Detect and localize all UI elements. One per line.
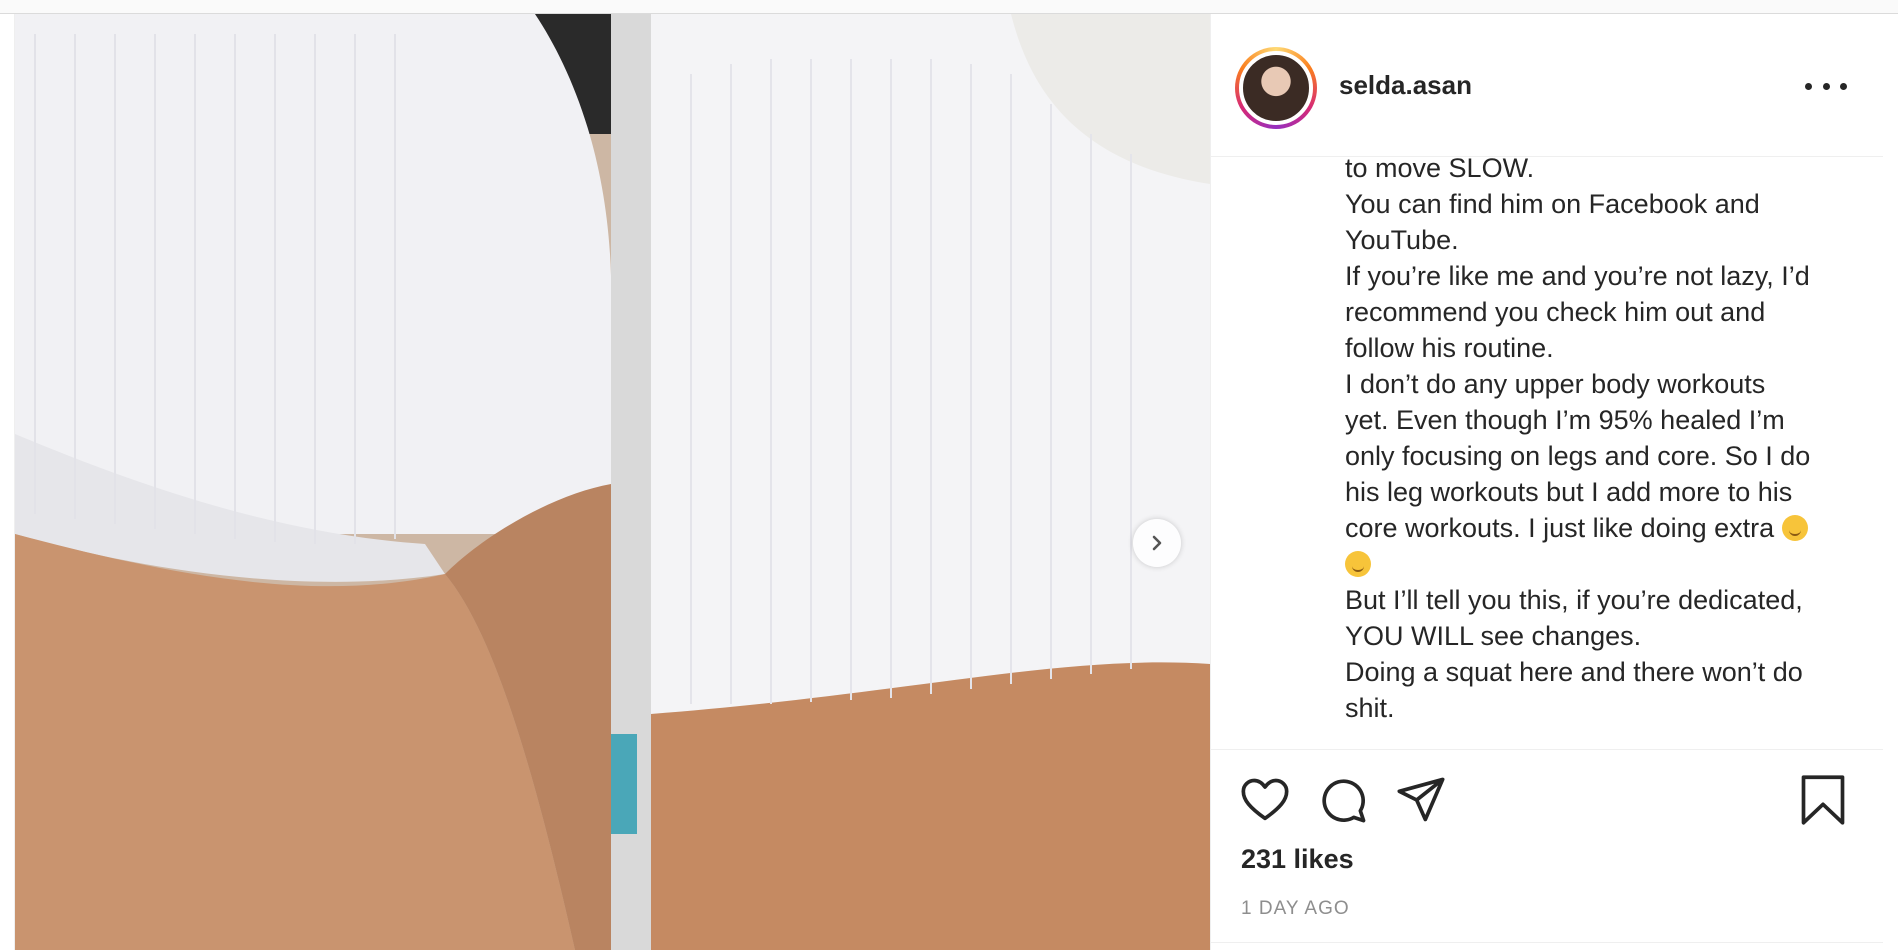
- caption-line: recommend you check him out and: [1345, 297, 1766, 327]
- post-side-panel: selda.asan to move SLOW. You can find hi…: [1210, 14, 1883, 950]
- comment-icon[interactable]: [1317, 774, 1369, 826]
- post-image-right-graphic: [611, 14, 1210, 950]
- likes-count[interactable]: 231 likes: [1241, 844, 1354, 875]
- carousel-next-button[interactable]: [1133, 519, 1181, 567]
- post-container: selda.asan to move SLOW. You can find hi…: [14, 14, 1883, 950]
- caption-line: his leg workouts but I add more to his: [1345, 477, 1793, 507]
- avatar[interactable]: [1235, 47, 1317, 129]
- divider: [1211, 942, 1883, 943]
- heart-icon[interactable]: [1239, 774, 1291, 826]
- username-link[interactable]: selda.asan: [1339, 70, 1472, 101]
- caption-emoji-line: [1345, 546, 1855, 582]
- post-image-right: [611, 14, 1210, 950]
- caption-line: only focusing on legs and core. So I do: [1345, 441, 1811, 471]
- post-caption: to move SLOW. You can find him on Facebo…: [1345, 158, 1855, 726]
- caption-line-text: core workouts. I just like doing extra: [1345, 513, 1775, 543]
- caption-line: YOU WILL see changes.: [1345, 621, 1642, 651]
- ellipsis-dot: [1805, 82, 1812, 90]
- relieved-emoji-icon: [1781, 515, 1808, 541]
- avatar-image: [1239, 51, 1313, 125]
- caption-line: You can find him on Facebook and: [1345, 189, 1760, 219]
- send-icon[interactable]: [1395, 774, 1447, 826]
- caption-line: If you’re like me and you’re not lazy, I…: [1345, 261, 1810, 291]
- caption-line: yet. Even though I’m 95% healed I’m: [1345, 405, 1785, 435]
- caption-line: I don’t do any upper body workouts: [1345, 369, 1766, 399]
- caption-line: to move SLOW.: [1345, 158, 1535, 183]
- caption-line-with-emoji: core workouts. I just like doing extra: [1345, 510, 1855, 546]
- post-image-left-graphic: [15, 14, 611, 950]
- ellipsis-icon[interactable]: [1805, 72, 1847, 100]
- caption-line: But I’ll tell you this, if you’re dedica…: [1345, 585, 1803, 615]
- post-timestamp[interactable]: 1 DAY AGO: [1241, 898, 1350, 920]
- ellipsis-dot: [1840, 82, 1847, 90]
- post-actions-bar: [1211, 766, 1883, 826]
- caption-scroll-area[interactable]: to move SLOW. You can find him on Facebo…: [1211, 158, 1883, 750]
- bookmark-icon[interactable]: [1799, 774, 1847, 826]
- caption-line: shit.: [1345, 693, 1395, 723]
- post-image-left: [15, 14, 611, 950]
- post-media-carousel[interactable]: [15, 14, 1210, 950]
- post-header: selda.asan: [1211, 14, 1883, 157]
- caption-line: YouTube.: [1345, 225, 1459, 255]
- chevron-right-icon: [1152, 535, 1162, 551]
- caption-line: follow his routine.: [1345, 333, 1554, 363]
- ellipsis-dot: [1822, 82, 1830, 90]
- caption-line: Doing a squat here and there won’t do: [1345, 657, 1803, 687]
- page-top-bar: [0, 0, 1898, 14]
- winking-tongue-emoji-icon: [1345, 551, 1371, 577]
